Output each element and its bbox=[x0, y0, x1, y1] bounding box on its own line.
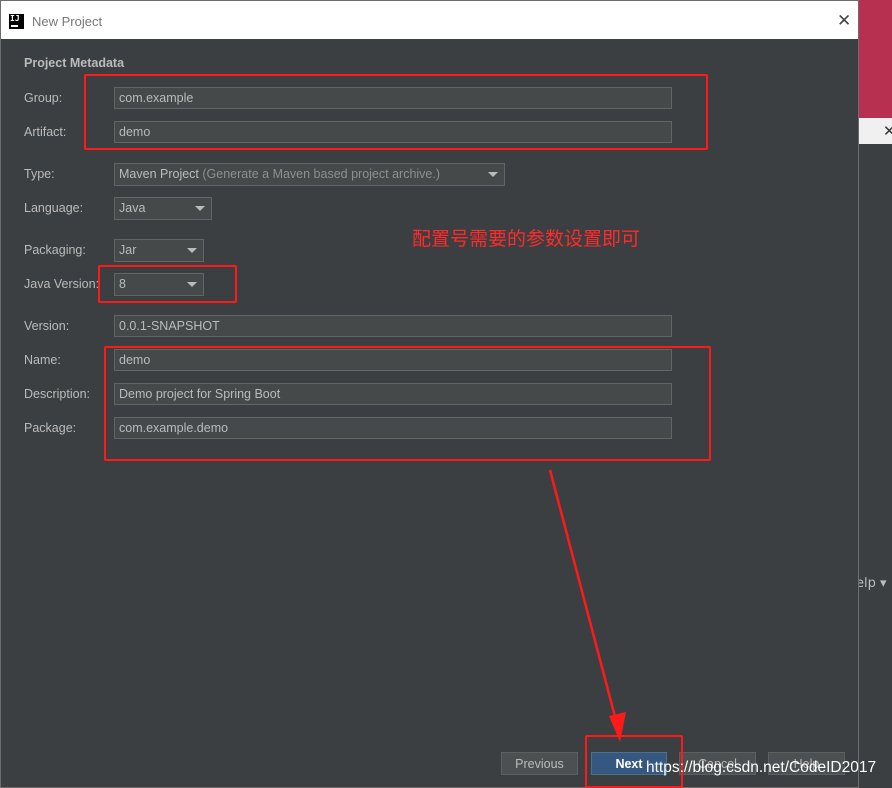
annotation-arrow bbox=[548, 469, 626, 742]
annotation-arrow-line bbox=[548, 469, 620, 729]
annotation-arrow-head bbox=[609, 712, 626, 742]
watermark: https://blog.csdn.net/CodeID2017 bbox=[646, 759, 877, 776]
